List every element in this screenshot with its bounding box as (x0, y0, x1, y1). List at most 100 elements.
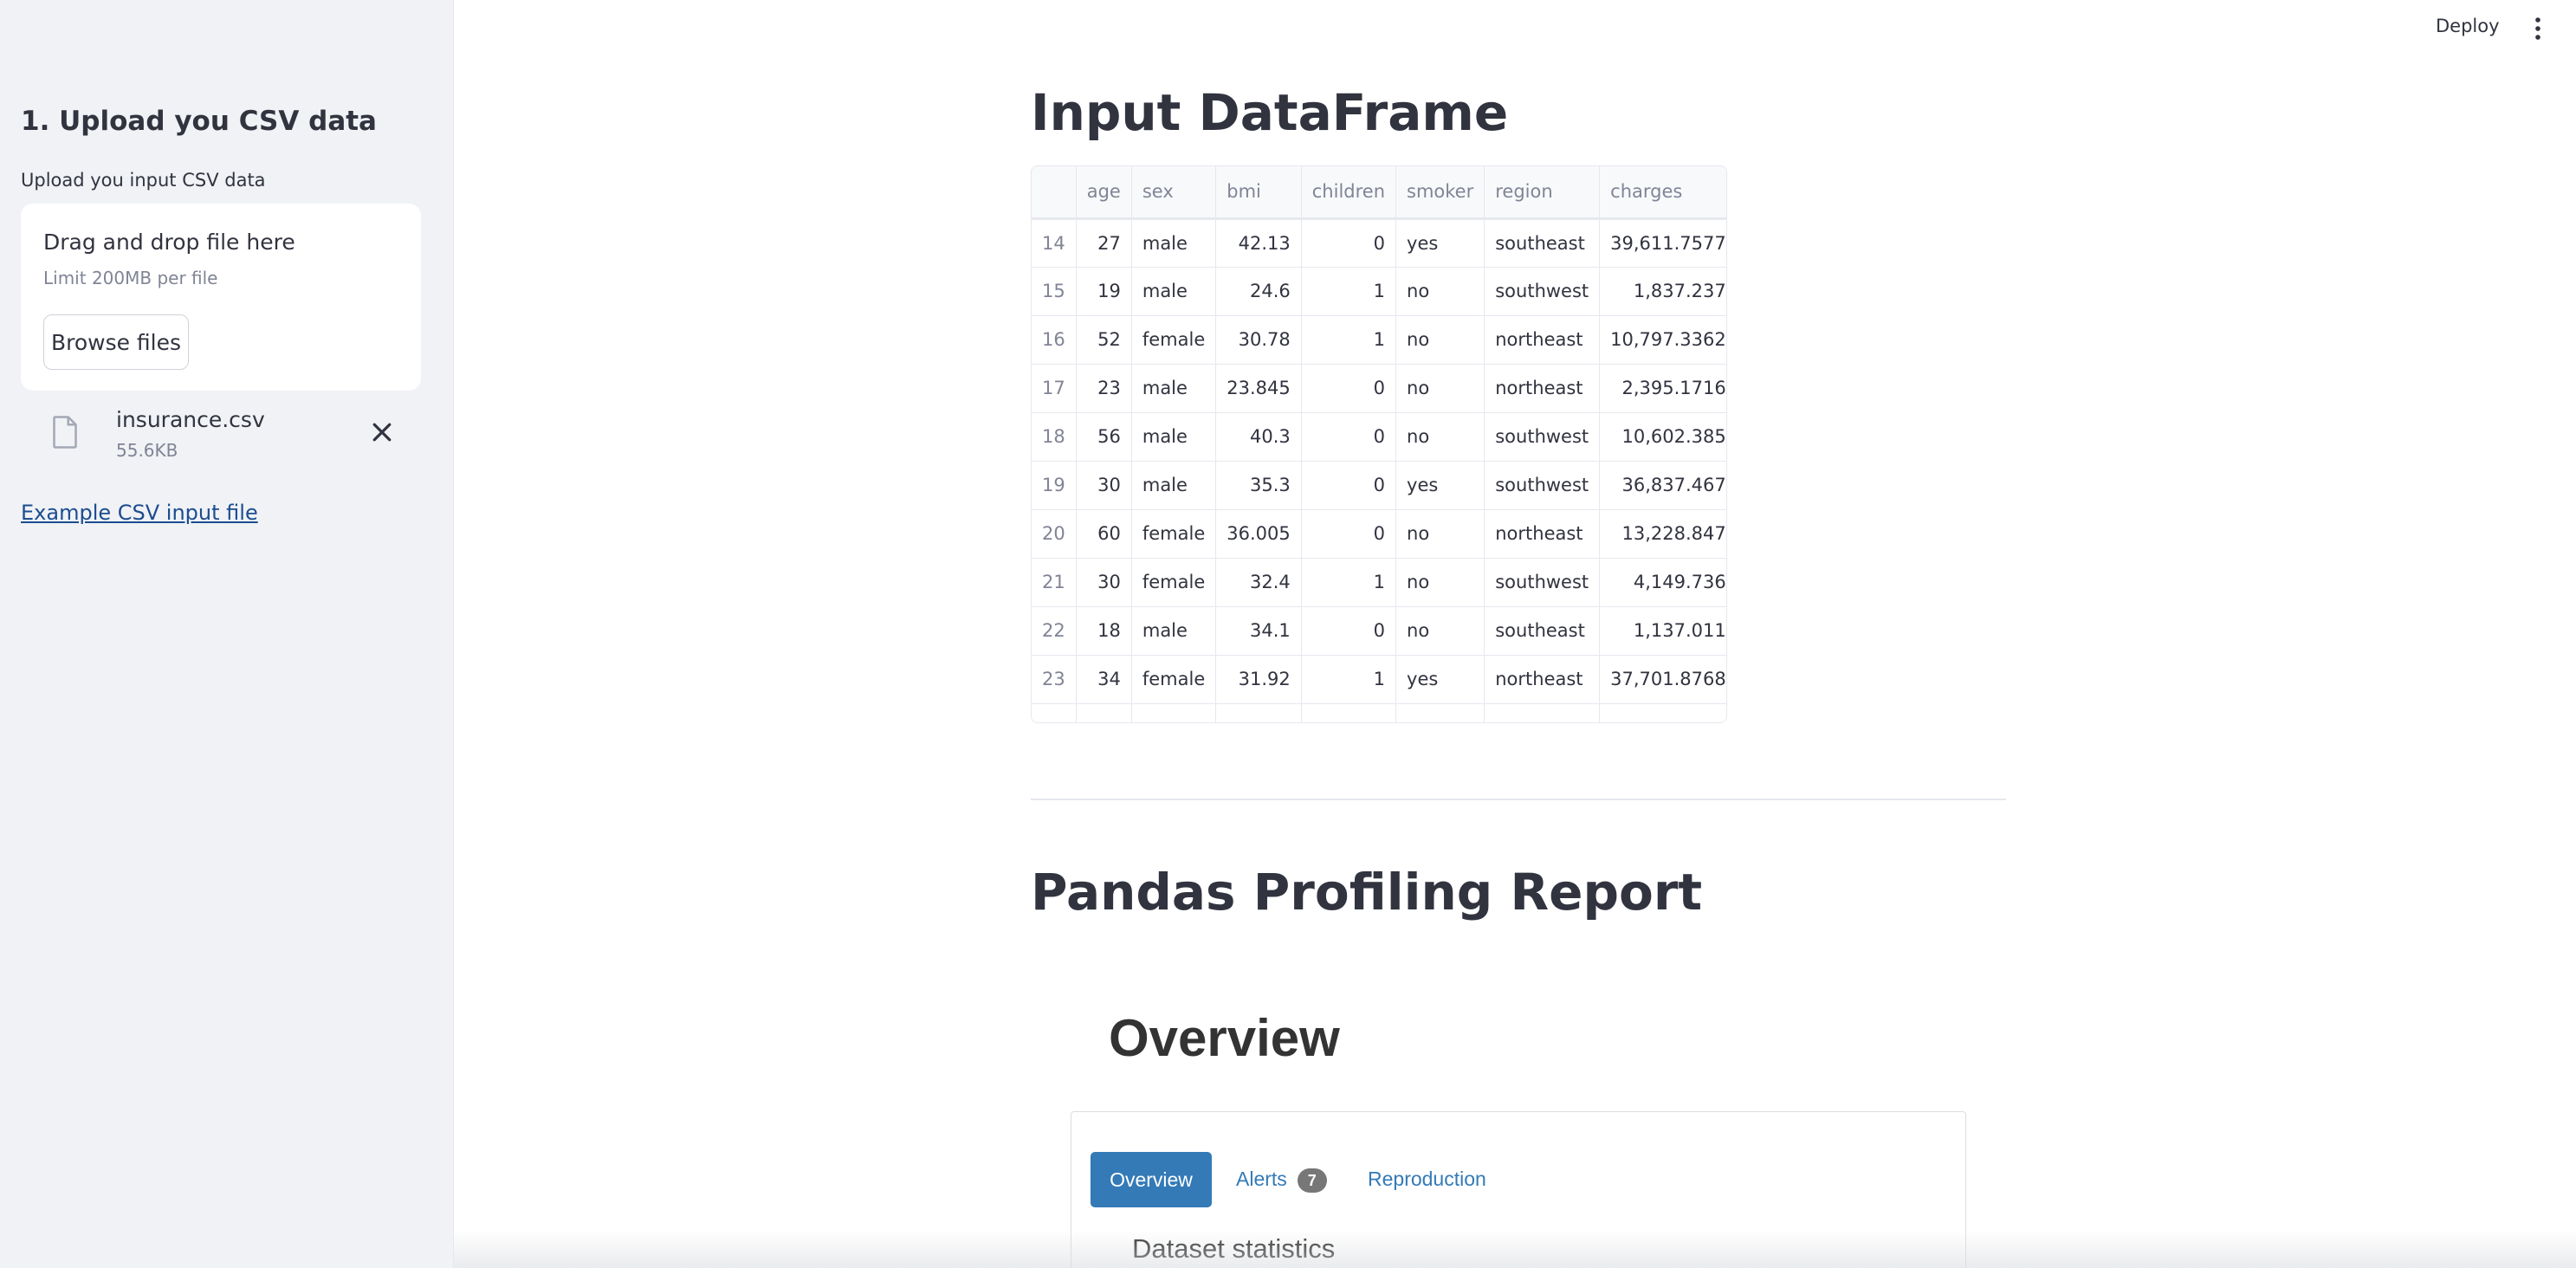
table-cell[interactable]: female (1131, 558, 1217, 607)
table-row[interactable]: 16 52 female 30.78 1 no northeast 10,797.3362 (1032, 315, 1726, 365)
table-row[interactable]: 18 56 male 40.3 0 no southwest 10,602.385 (1032, 412, 1726, 462)
table-cell[interactable]: no (1395, 315, 1485, 365)
table-cell[interactable]: southeast (1484, 606, 1601, 656)
column-header[interactable]: smoker (1395, 166, 1485, 220)
table-cell[interactable]: 23 (1076, 364, 1132, 413)
table-cell[interactable]: 1 (1301, 655, 1397, 704)
deploy-button[interactable]: Deploy (2436, 16, 2500, 36)
column-header[interactable]: sex (1131, 166, 1217, 220)
table-cell[interactable]: 35.3 (1215, 461, 1302, 510)
column-header[interactable]: bmi (1215, 166, 1302, 220)
table-cell[interactable]: northeast (1484, 655, 1601, 704)
example-csv-link[interactable]: Example CSV input file (21, 501, 258, 525)
table-cell[interactable]: male (1131, 364, 1217, 413)
table-cell[interactable]: southwest (1484, 412, 1601, 462)
table-row[interactable]: 14 27 male 42.13 0 yes southeast 39,611.7577 (1032, 218, 1726, 268)
table-cell[interactable]: southwest (1484, 461, 1601, 510)
row-index[interactable]: 18 (1032, 412, 1077, 462)
table-row[interactable]: 20 60 female 36.005 0 no northeast 13,228.847 (1032, 509, 1726, 559)
table-cell[interactable]: female (1131, 655, 1217, 704)
table-cell[interactable]: northeast (1484, 315, 1601, 365)
table-cell[interactable]: 34.1 (1215, 606, 1302, 656)
table-cell[interactable]: southwest (1484, 558, 1601, 607)
table-cell[interactable]: northeast (1484, 364, 1601, 413)
table-cell[interactable]: no (1395, 509, 1485, 559)
table-cell[interactable]: yes (1395, 218, 1485, 268)
table-cell[interactable]: male (1131, 267, 1217, 316)
more-vertical-icon[interactable] (2531, 16, 2545, 42)
table-row[interactable]: 21 30 female 32.4 1 no southwest 4,149.736 (1032, 558, 1726, 607)
table-cell[interactable]: male (1131, 461, 1217, 510)
table-cell[interactable]: 0 (1301, 218, 1397, 268)
table-cell[interactable]: 0 (1301, 606, 1397, 656)
table-cell[interactable]: 19 (1076, 267, 1132, 316)
table-cell[interactable]: 34 (1076, 655, 1132, 704)
table-cell[interactable]: female (1131, 315, 1217, 365)
row-index[interactable]: 19 (1032, 461, 1077, 510)
table-cell[interactable]: 1 (1301, 315, 1397, 365)
table-cell[interactable]: 30 (1076, 558, 1132, 607)
table-cell[interactable]: no (1395, 606, 1485, 656)
table-cell[interactable]: 52 (1076, 315, 1132, 365)
file-dropzone[interactable]: Drag and drop file here Limit 200MB per … (21, 204, 421, 391)
index-header[interactable] (1032, 166, 1077, 220)
table-cell[interactable]: yes (1395, 655, 1485, 704)
table-cell[interactable]: 18 (1076, 606, 1132, 656)
table-cell[interactable]: male (1131, 412, 1217, 462)
browse-files-button[interactable]: Browse files (43, 314, 189, 370)
table-cell[interactable]: no (1395, 267, 1485, 316)
table-row[interactable]: 23 34 female 31.92 1 yes northeast 37,701.8768 (1032, 655, 1726, 704)
row-index[interactable]: 16 (1032, 315, 1077, 365)
row-index[interactable]: 22 (1032, 606, 1077, 656)
table-cell[interactable]: 24.6 (1215, 267, 1302, 316)
table-cell[interactable]: 27 (1076, 218, 1132, 268)
table-cell[interactable]: 31.92 (1215, 655, 1302, 704)
row-index[interactable]: 14 (1032, 218, 1077, 268)
table-row[interactable]: 17 23 male 23.845 0 no northeast 2,395.1716 (1032, 364, 1726, 413)
table-cell[interactable]: 0 (1301, 412, 1397, 462)
table-cell[interactable]: 37,701.8768 (1599, 655, 1726, 704)
table-cell[interactable]: 42.13 (1215, 218, 1302, 268)
table-cell[interactable]: southeast (1484, 218, 1601, 268)
table-cell[interactable]: 0 (1301, 461, 1397, 510)
table-cell[interactable]: 36,837.467 (1599, 461, 1726, 510)
table-row[interactable]: 15 19 male 24.6 1 no southwest 1,837.237 (1032, 267, 1726, 316)
table-cell[interactable]: 23.845 (1215, 364, 1302, 413)
table-cell[interactable]: 32.4 (1215, 558, 1302, 607)
table-cell[interactable]: male (1131, 218, 1217, 268)
table-cell[interactable]: 10,797.3362 (1599, 315, 1726, 365)
tab-reproduction[interactable]: Reproduction (1368, 1168, 1486, 1191)
table-cell[interactable]: 1,137.011 (1599, 606, 1726, 656)
table-row[interactable]: 19 30 male 35.3 0 yes southwest 36,837.467 (1032, 461, 1726, 510)
table-cell[interactable]: 60 (1076, 509, 1132, 559)
table-cell[interactable]: yes (1395, 461, 1485, 510)
table-cell[interactable]: 1,837.237 (1599, 267, 1726, 316)
table-cell[interactable]: 56 (1076, 412, 1132, 462)
table-cell[interactable]: 1 (1301, 267, 1397, 316)
column-header[interactable]: region (1484, 166, 1601, 220)
table-cell[interactable]: 30 (1076, 461, 1132, 510)
table-cell[interactable]: 30.78 (1215, 315, 1302, 365)
row-index[interactable]: 20 (1032, 509, 1077, 559)
table-cell[interactable]: 1 (1301, 558, 1397, 607)
tab-alerts[interactable]: Alerts 7 (1236, 1168, 1327, 1193)
table-cell[interactable]: no (1395, 412, 1485, 462)
dataframe-table[interactable]: age sex bmi children smoker region charges 14 2… (1031, 165, 1727, 723)
table-cell[interactable]: 36.005 (1215, 509, 1302, 559)
table-cell[interactable]: 10,602.385 (1599, 412, 1726, 462)
table-cell[interactable]: 39,611.7577 (1599, 218, 1726, 268)
column-header[interactable]: children (1301, 166, 1397, 220)
table-cell[interactable]: southwest (1484, 267, 1601, 316)
row-index[interactable]: 17 (1032, 364, 1077, 413)
table-cell[interactable]: 0 (1301, 364, 1397, 413)
tab-overview[interactable]: Overview (1091, 1152, 1212, 1207)
column-header[interactable]: age (1076, 166, 1132, 220)
table-cell[interactable]: 4,149.736 (1599, 558, 1726, 607)
table-cell[interactable]: 2,395.1716 (1599, 364, 1726, 413)
row-index[interactable]: 15 (1032, 267, 1077, 316)
table-row[interactable]: 22 18 male 34.1 0 no southeast 1,137.011 (1032, 606, 1726, 656)
row-index[interactable]: 21 (1032, 558, 1077, 607)
table-cell[interactable]: female (1131, 509, 1217, 559)
close-icon[interactable] (369, 419, 395, 445)
table-cell[interactable]: 0 (1301, 509, 1397, 559)
